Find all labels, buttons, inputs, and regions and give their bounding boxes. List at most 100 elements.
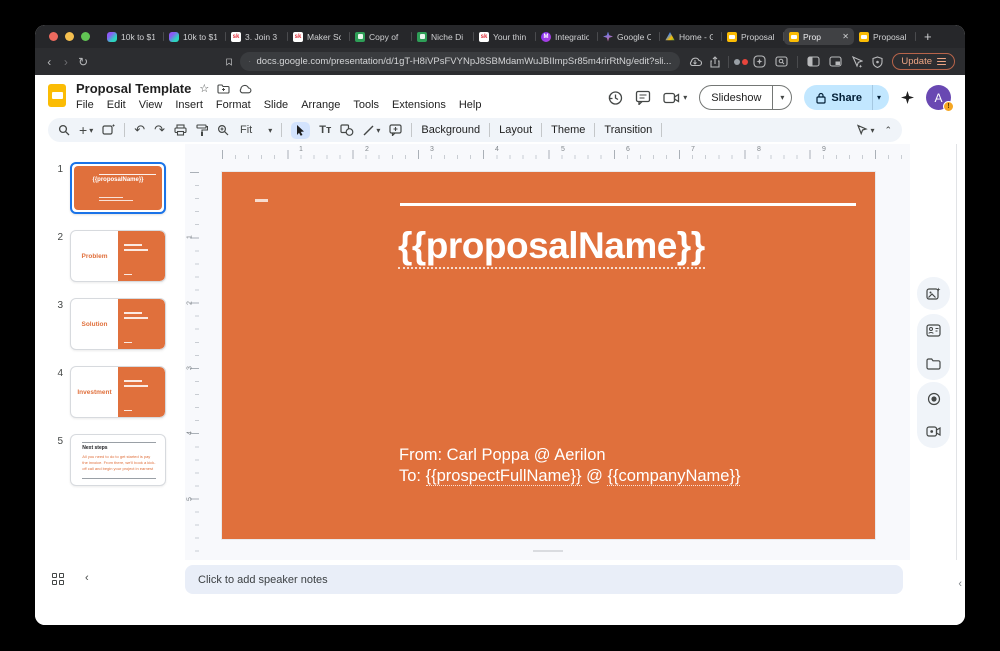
collapse-side-panel-icon[interactable]: ‹ [958,578,962,590]
toolbar-action-button[interactable]: Transition [604,124,652,136]
forward-button[interactable]: › [62,55,71,69]
tab-close-icon[interactable]: ✕ [842,32,849,41]
contacts-panel-icon[interactable] [917,314,950,347]
menu-item[interactable]: Tools [353,99,379,111]
browser-tab[interactable]: Maker Sc [288,28,350,45]
ruler-number: 8 [757,146,761,153]
account-avatar[interactable]: A ! [926,85,951,110]
privacy-shield-icon[interactable] [872,56,883,68]
cursor-assist-icon[interactable] [851,56,863,68]
browser-tab[interactable]: 10k to $1 [164,28,226,45]
slideshow-dropdown-icon[interactable]: ▾ [772,86,791,109]
pen-tools[interactable]: ▾ [856,124,874,136]
meet-dropdown-icon[interactable]: ▾ [683,93,687,102]
slide-title-textbox[interactable]: {{proposalName}} [398,225,705,267]
screen-record-icon[interactable] [917,415,950,448]
line-tool[interactable]: ▾ [363,125,380,136]
move-to-folder-icon[interactable] [217,84,230,94]
address-bar[interactable]: docs.google.com/presentation/d/1gT-H8iVP… [240,52,680,71]
insert-comment-icon[interactable] [389,124,402,136]
site-settings-icon[interactable] [249,57,250,66]
slide-canvas[interactable]: 123456789 12345 {{proposalName}} From: C… [185,144,910,560]
slide-thumbnail-5[interactable]: Next steps All you need to do to get sta… [70,434,166,486]
slideshow-button[interactable]: Slideshow ▾ [699,85,792,110]
slide-thumbnail-4[interactable]: Investment [70,366,166,418]
slide-thumbnail-3[interactable]: Solution [70,298,166,350]
reload-button[interactable]: ↻ [78,55,88,69]
browser-tab[interactable]: Proposal [722,28,784,45]
grid-view-icon[interactable] [52,573,65,586]
record-icon[interactable] [917,382,950,415]
browser-tab[interactable]: Prop ✕ [784,28,854,45]
undo-icon[interactable]: ↶ [134,122,145,138]
slide-fromto-textbox[interactable]: From: Carl Poppa @ Aerilon To: {{prospec… [399,445,740,487]
minimize-window-button[interactable] [65,32,74,41]
menu-item[interactable]: Format [216,99,251,111]
browser-tab[interactable]: 10k to $1 [102,28,164,45]
image-generator-icon[interactable] [917,277,950,310]
comments-icon[interactable] [635,90,651,105]
collapse-filmstrip-icon[interactable]: ‹ [85,572,89,584]
menu-item[interactable]: Edit [107,99,126,111]
new-tab-button[interactable]: + [924,30,932,43]
select-tool[interactable] [291,122,310,139]
gemini-icon[interactable] [901,91,914,104]
share-dropdown-icon[interactable]: ▾ [872,85,889,110]
update-browser-button[interactable]: Update [892,53,955,70]
notes-resize-handle[interactable] [533,550,563,552]
document-title[interactable]: Proposal Template [76,81,191,96]
slides-logo-icon[interactable] [48,84,66,107]
browser-tab[interactable]: Proposal [854,28,916,45]
thumb-label: Investment [77,389,111,396]
zoom-window-button[interactable] [81,32,90,41]
menu-item[interactable]: Slide [264,99,288,111]
cloud-status-icon[interactable] [238,84,252,94]
menu-item[interactable]: Help [459,99,482,111]
browser-tab[interactable]: Niche Di [412,28,474,45]
ai-sparkle-icon[interactable] [753,55,766,68]
menu-item[interactable]: Extensions [392,99,446,111]
meet-camera-icon[interactable] [663,92,680,104]
browser-tab[interactable]: Your thin [474,28,536,45]
shapes-tool-icon[interactable] [340,124,354,136]
zoom-fit-dropdown[interactable]: Fit▾ [238,124,272,136]
collapse-toolbar-icon[interactable]: ⌃ [884,125,892,136]
toolbar-action-button[interactable]: Layout [499,124,532,136]
offline-icon[interactable] [688,57,702,67]
new-slide-dropdown[interactable]: +▾ [79,122,93,138]
toolbar-action-button[interactable]: Background [421,124,480,136]
print-icon[interactable] [174,124,187,136]
browser-tab[interactable]: Copy of [350,28,412,45]
menu-item[interactable]: File [76,99,94,111]
redo-icon[interactable]: ↷ [154,122,165,138]
zoom-icon[interactable] [217,124,229,136]
paint-format-icon[interactable] [196,124,208,137]
new-slide-icon[interactable] [102,124,115,136]
bookmark-icon[interactable] [226,56,232,68]
browser-tab[interactable]: Home - G [660,28,722,45]
star-icon[interactable]: ☆ [199,82,209,95]
slide-thumbnail-1[interactable]: {{proposalName}} [70,162,166,214]
text-box-tool[interactable]: Tт [319,124,331,136]
menu-item[interactable]: Arrange [301,99,340,111]
tab-search-icon[interactable] [775,56,788,67]
search-menus-icon[interactable] [58,124,70,136]
picture-in-picture-icon[interactable] [829,56,842,67]
close-window-button[interactable] [49,32,58,41]
browser-tab[interactable]: Integratio [536,28,598,45]
browser-tab[interactable]: Google C [598,28,660,45]
slide-editor[interactable]: {{proposalName}} From: Carl Poppa @ Aeri… [222,172,875,539]
side-panel-icon[interactable] [807,56,820,67]
browser-tab[interactable]: 3. Join 3 [226,28,288,45]
menu-item[interactable]: View [139,99,163,111]
slide-thumbnail-2[interactable]: Problem [70,230,166,282]
share-page-icon[interactable] [710,56,720,68]
tab-favicon-icon [479,32,489,42]
back-button[interactable]: ‹ [45,55,54,69]
menu-item[interactable]: Insert [175,99,203,111]
version-history-icon[interactable] [607,90,623,106]
folder-panel-icon[interactable] [917,347,950,380]
speaker-notes[interactable]: Click to add speaker notes [185,565,903,594]
toolbar-action-button[interactable]: Theme [551,124,585,136]
share-button[interactable]: Share ▾ [804,85,889,110]
